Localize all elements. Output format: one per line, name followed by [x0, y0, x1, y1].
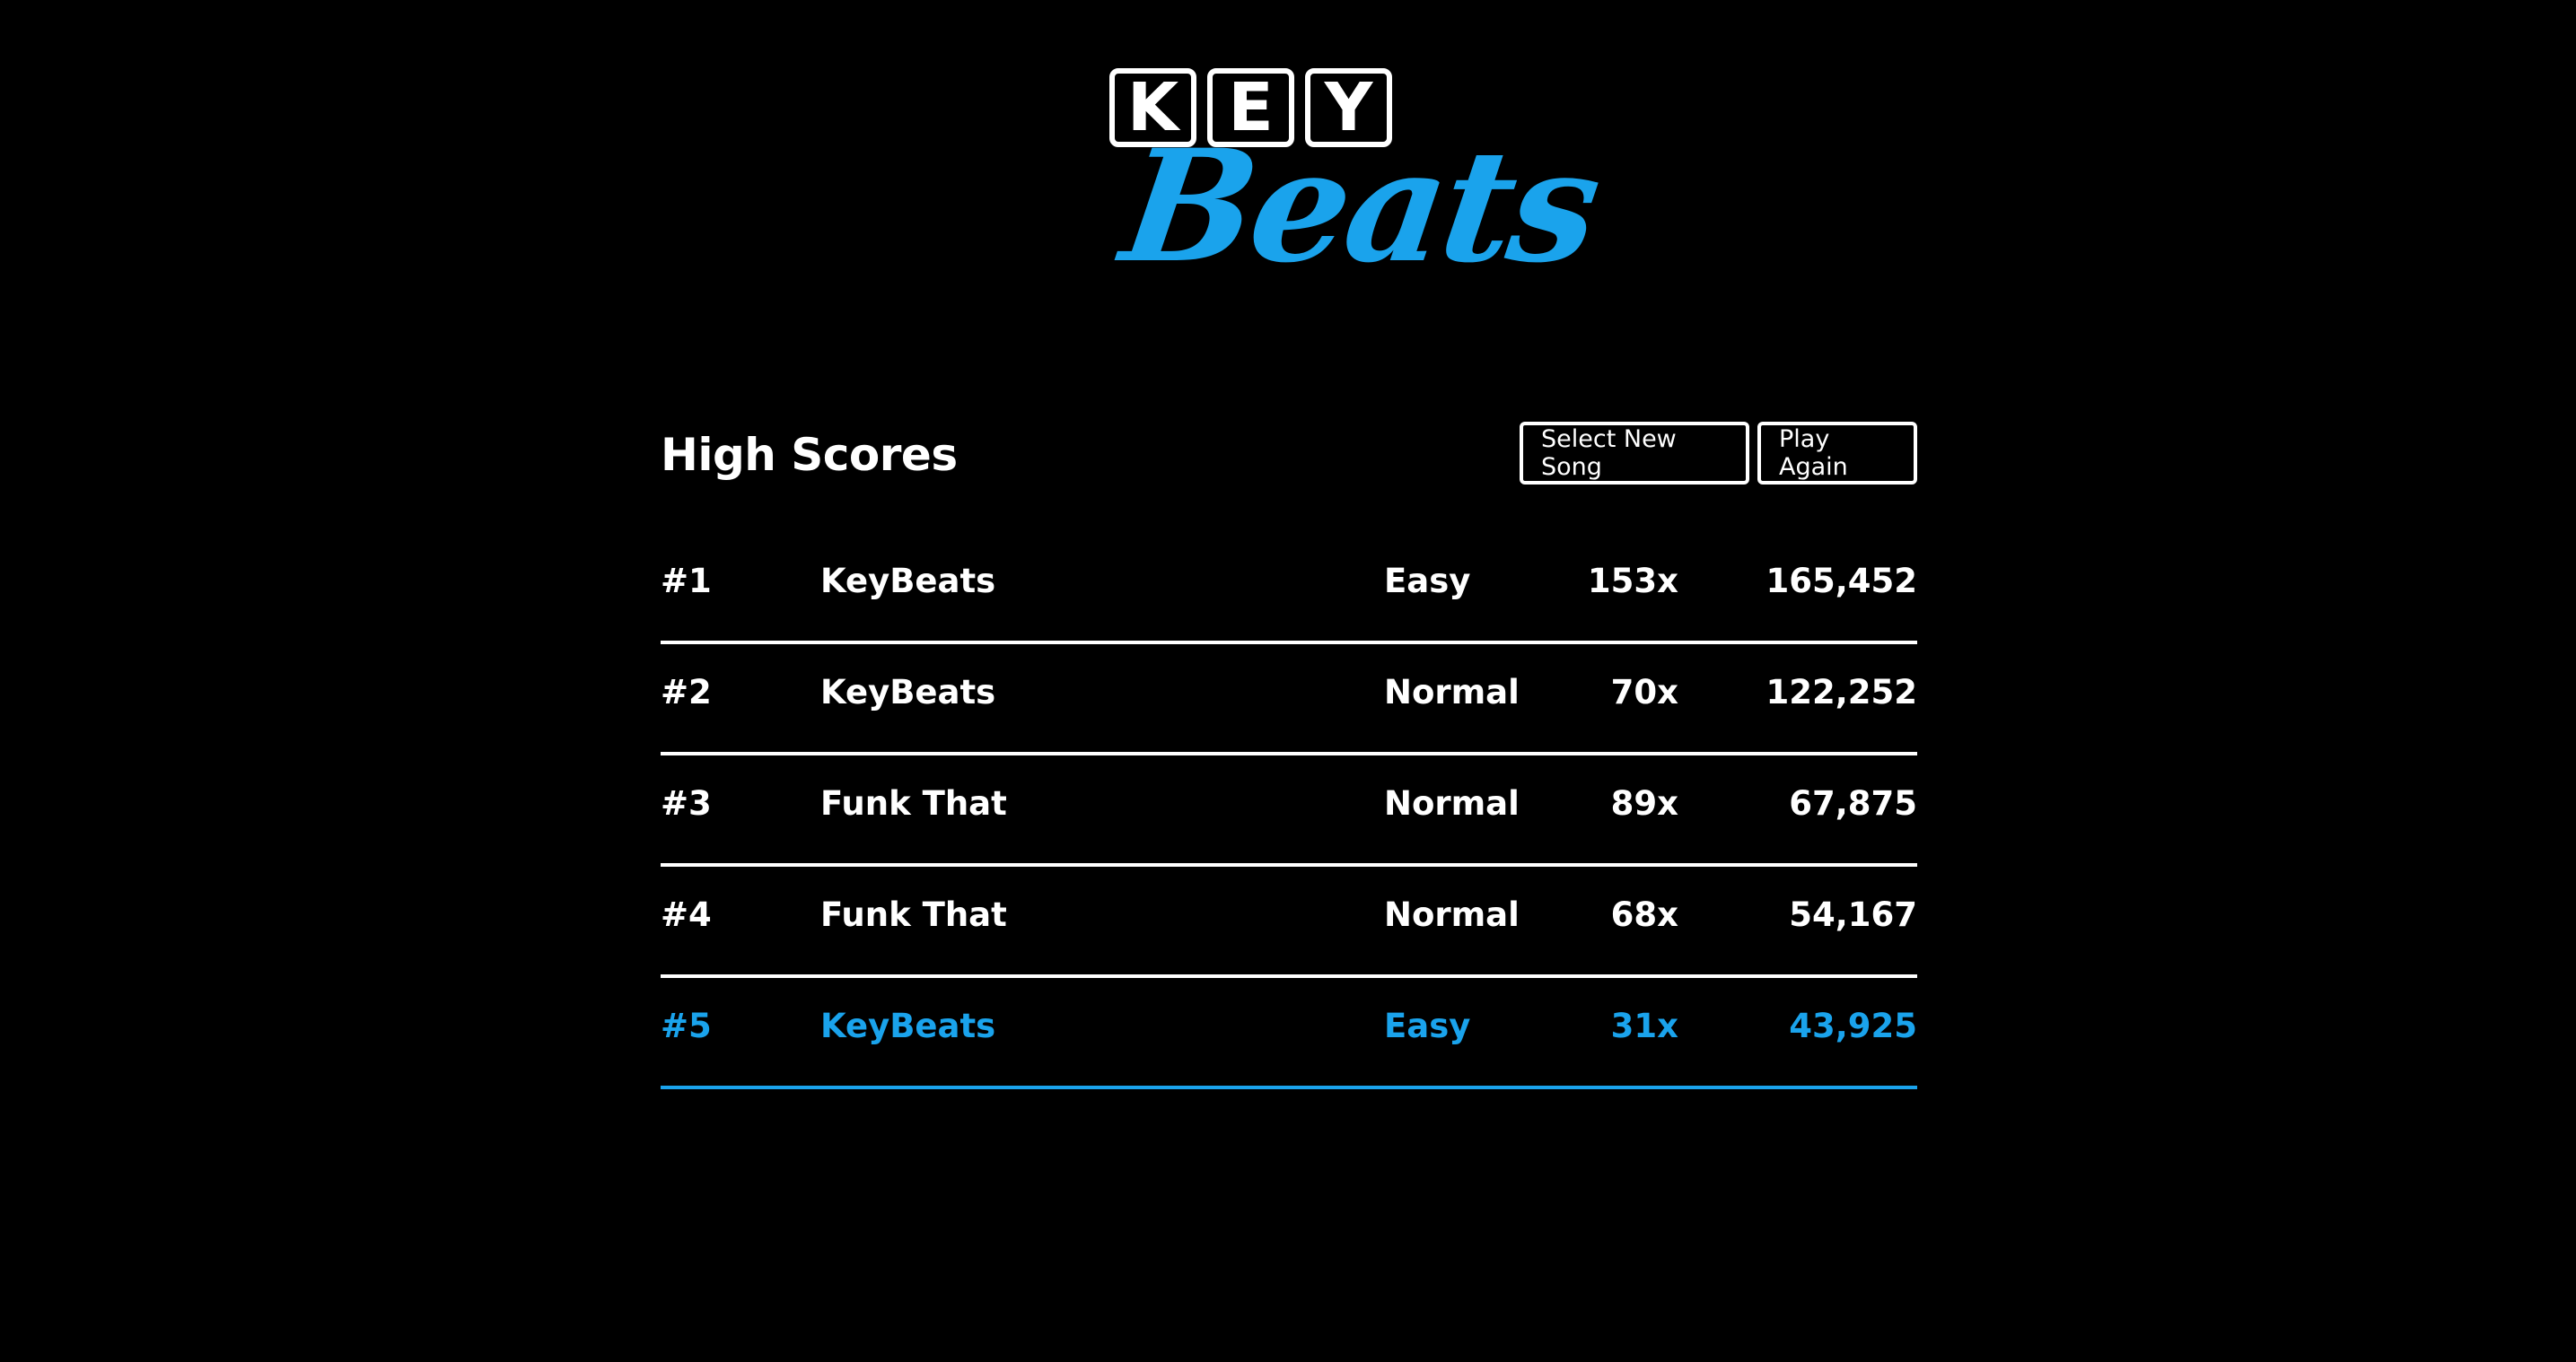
multiplier: 31x	[1610, 1007, 1678, 1045]
difficulty: Normal	[1384, 784, 1520, 823]
score: 67,875	[1789, 784, 1917, 823]
high-scores-screen: K E Y Beats High Scores Select New Song …	[0, 0, 2576, 1362]
score: 43,925	[1789, 1007, 1917, 1045]
logo-beats-wordmark: Beats	[1112, 115, 1608, 297]
rank: #3	[661, 784, 712, 823]
scores-header: High Scores Select New Song Play Again	[661, 422, 1917, 486]
select-new-song-button[interactable]: Select New Song	[1520, 422, 1749, 485]
song-name: KeyBeats	[820, 1007, 996, 1045]
song-name: Funk That	[820, 895, 1007, 934]
difficulty: Easy	[1384, 562, 1471, 600]
song-name: KeyBeats	[820, 673, 996, 712]
score-row: #1 KeyBeats Easy 153x 165,452	[661, 533, 1917, 644]
score-row: #2 KeyBeats Normal 70x 122,252	[661, 644, 1917, 755]
rank: #4	[661, 895, 712, 934]
score-row: #4 Funk That Normal 68x 54,167	[661, 867, 1917, 978]
play-again-button[interactable]: Play Again	[1757, 422, 1917, 485]
score-row: #3 Funk That Normal 89x 67,875	[661, 755, 1917, 867]
multiplier: 68x	[1610, 895, 1678, 934]
multiplier: 89x	[1610, 784, 1678, 823]
high-scores-table: #1 KeyBeats Easy 153x 165,452 #2 KeyBeat…	[661, 533, 1917, 1089]
keybeats-logo: K E Y Beats	[1104, 65, 1608, 325]
score-row-current: #5 KeyBeats Easy 31x 43,925	[661, 978, 1917, 1089]
score: 122,252	[1766, 673, 1917, 712]
multiplier: 153x	[1587, 562, 1678, 600]
rank: #1	[661, 562, 712, 600]
multiplier: 70x	[1610, 673, 1678, 712]
action-buttons: Select New Song Play Again	[1520, 422, 1917, 485]
song-name: KeyBeats	[820, 562, 996, 600]
page-title: High Scores	[661, 429, 958, 481]
score: 165,452	[1766, 562, 1917, 600]
score: 54,167	[1789, 895, 1917, 934]
rank: #5	[661, 1007, 712, 1045]
high-scores-panel: High Scores Select New Song Play Again #…	[661, 422, 1917, 1089]
rank: #2	[661, 673, 712, 712]
difficulty: Normal	[1384, 895, 1520, 934]
difficulty: Normal	[1384, 673, 1520, 712]
song-name: Funk That	[820, 784, 1007, 823]
difficulty: Easy	[1384, 1007, 1471, 1045]
